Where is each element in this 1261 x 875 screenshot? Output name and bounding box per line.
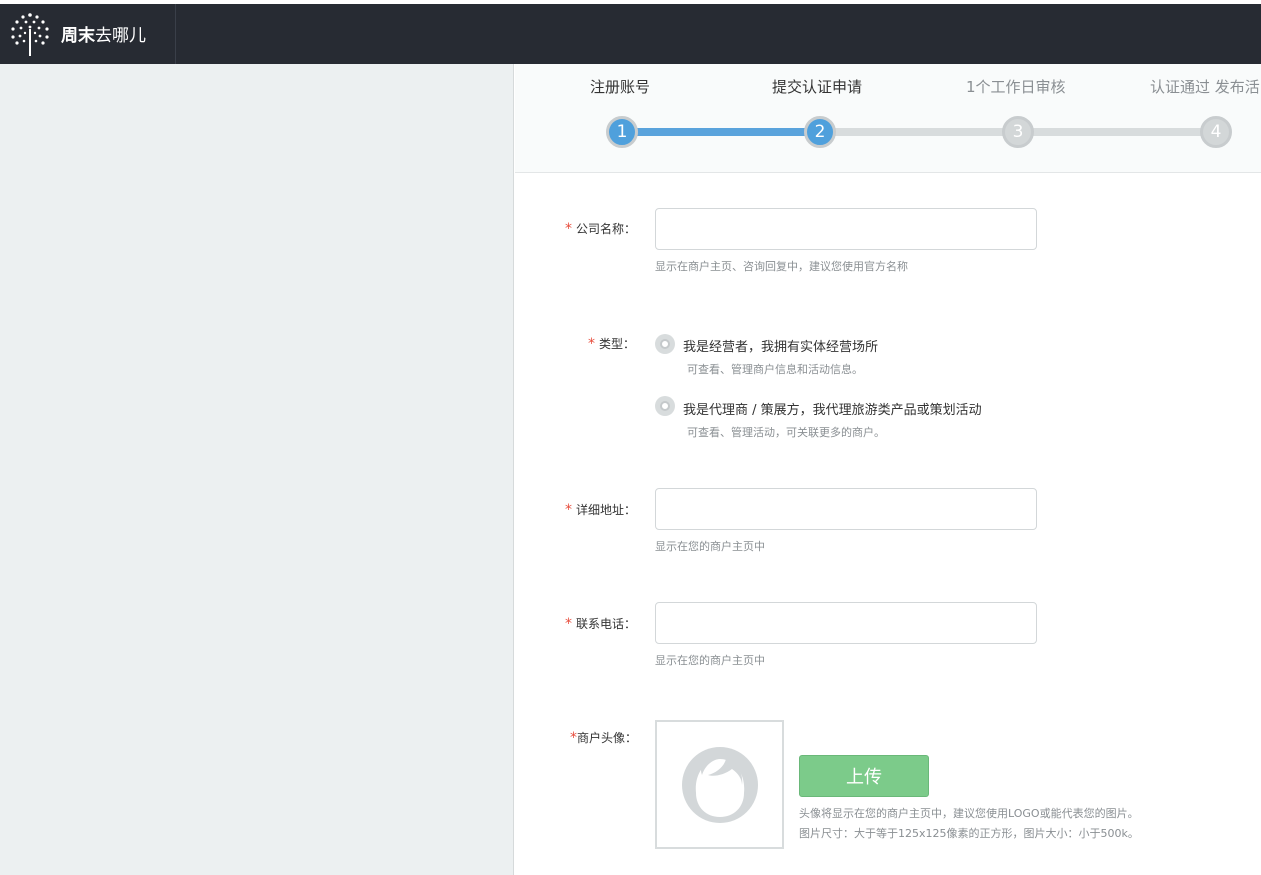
required-mark: * [565, 221, 572, 237]
brand-name-bold: 周末 [61, 26, 95, 46]
required-mark: * [565, 502, 572, 518]
step-label-4: 认证通过 发布活 [1150, 78, 1260, 96]
address-input[interactable] [655, 488, 1037, 530]
step-dot-2: 2 [804, 116, 836, 148]
company-name-input[interactable] [655, 208, 1037, 250]
avatar-label-text: 商户头像： [577, 731, 638, 745]
radio-dot [660, 401, 670, 411]
default-avatar-icon [681, 746, 758, 823]
step-track-1-2 [621, 128, 821, 136]
step-label-1: 注册账号 [590, 78, 651, 96]
step-dot-1: 1 [606, 116, 638, 148]
avatar-hint-line2: 图片尺寸：大于等于125x125像素的正方形，图片大小：小于500k。 [799, 827, 1139, 840]
phone-label: * 联系电话： [565, 615, 636, 632]
tree-logo-icon [11, 13, 49, 56]
type-option-agent-hint: 可查看、管理活动，可关联更多的商户。 [687, 426, 885, 439]
brand-name-light: 去哪儿 [95, 26, 146, 46]
address-hint: 显示在您的商户主页中 [655, 540, 765, 553]
progress-steps: 注册账号 提交认证申请 1个工作日审核 认证通过 发布活 1 2 3 4 [515, 64, 1261, 173]
type-label-text: 类型： [599, 337, 636, 351]
avatar-hint-line1: 头像将显示在您的商户主页中，建议您使用LOGO或能代表您的图片。 [799, 807, 1139, 820]
type-option-operator-hint: 可查看、管理商户信息和活动信息。 [687, 363, 863, 376]
step-track-2-3 [819, 128, 1019, 136]
step-label-3: 1个工作日审核 [966, 78, 1066, 96]
registration-form-panel: 注册账号 提交认证申请 1个工作日审核 认证通过 发布活 1 2 3 4 * 公司… [515, 64, 1261, 875]
type-option-operator-label[interactable]: 我是经营者，我拥有实体经营场所 [683, 336, 878, 355]
required-mark: * [570, 730, 577, 746]
address-label: * 详细地址： [565, 501, 636, 518]
avatar-preview [655, 720, 784, 849]
avatar-label: *商户头像： [570, 729, 637, 746]
required-mark: * [588, 336, 595, 352]
logo[interactable]: 周末去哪儿 [0, 4, 176, 64]
phone-input[interactable] [655, 602, 1037, 644]
type-radio-operator[interactable] [655, 334, 675, 354]
required-mark: * [565, 616, 572, 632]
type-label: * 类型： [588, 335, 635, 352]
type-radio-agent[interactable] [655, 396, 675, 416]
address-label-text: 详细地址： [576, 503, 637, 517]
phone-label-text: 联系电话： [576, 617, 637, 631]
type-option-agent-label[interactable]: 我是代理商 / 策展方，我代理旅游类产品或策划活动 [683, 399, 982, 418]
step-dot-3: 3 [1002, 116, 1034, 148]
top-header: 周末去哪儿 [0, 4, 1261, 64]
upload-button[interactable]: 上传 [799, 755, 929, 797]
step-track-3-4 [1017, 128, 1217, 136]
company-name-label-text: 公司名称： [576, 222, 637, 236]
left-panel [0, 64, 514, 875]
step-dot-4: 4 [1200, 116, 1232, 148]
company-name-label: * 公司名称： [565, 220, 636, 237]
brand-name: 周末去哪儿 [61, 21, 146, 46]
company-name-hint: 显示在商户主页、咨询回复中，建议您使用官方名称 [655, 260, 908, 273]
radio-dot [660, 339, 670, 349]
step-label-2: 提交认证申请 [772, 78, 863, 96]
phone-hint: 显示在您的商户主页中 [655, 654, 765, 667]
